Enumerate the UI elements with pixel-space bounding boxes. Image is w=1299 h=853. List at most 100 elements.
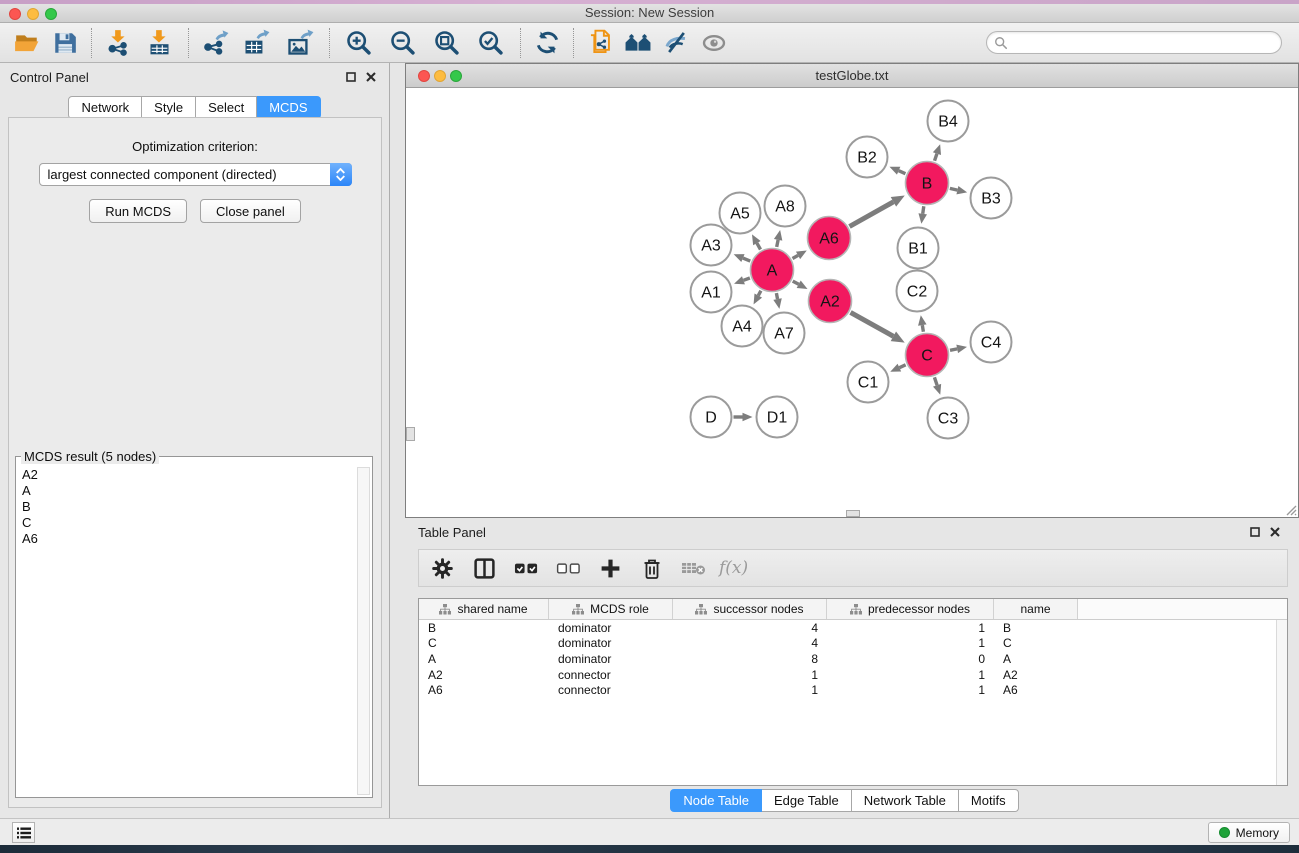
tab-select[interactable]: Select — [196, 96, 257, 119]
result-scrollbar[interactable] — [357, 467, 370, 795]
table-close-button[interactable] — [1267, 524, 1283, 540]
table-cell[interactable]: dominator — [549, 652, 673, 666]
task-history-button[interactable] — [12, 822, 35, 843]
minimize-window-button[interactable] — [27, 8, 39, 20]
table-cell[interactable]: A — [419, 652, 549, 666]
zoom-in-button[interactable] — [337, 27, 381, 59]
graph-node-B1[interactable]: B1 — [898, 228, 939, 269]
graph-edge-A-A4[interactable] — [754, 291, 763, 305]
network-zoom-button[interactable] — [450, 70, 462, 82]
search-input[interactable] — [1008, 35, 1281, 51]
tab-network[interactable]: Network — [68, 96, 142, 119]
zoom-selected-button[interactable] — [469, 27, 513, 59]
table-cell[interactable]: A6 — [994, 683, 1078, 697]
export-table-button[interactable] — [234, 27, 278, 59]
zoom-window-button[interactable] — [45, 8, 57, 20]
graph-edge-A6-B[interactable] — [849, 195, 904, 226]
table-cell[interactable]: dominator — [549, 636, 673, 650]
graph-edge-A-A3[interactable] — [734, 254, 751, 262]
select-all-button[interactable] — [513, 555, 539, 581]
table-row[interactable]: Cdominator41C — [419, 636, 1287, 652]
graph-node-D[interactable]: D — [691, 397, 732, 438]
graph-node-A3[interactable]: A3 — [691, 225, 732, 266]
memory-button[interactable]: Memory — [1208, 822, 1290, 843]
graph-edge-A-A6[interactable] — [792, 250, 806, 259]
graph-node-B3[interactable]: B3 — [971, 178, 1012, 219]
mcds-result-item[interactable]: A — [18, 483, 356, 499]
graph-node-B[interactable]: B — [906, 162, 949, 205]
network-minimize-button[interactable] — [434, 70, 446, 82]
table-row[interactable]: Adominator80A — [419, 651, 1287, 667]
tab-motifs[interactable]: Motifs — [959, 789, 1019, 812]
graph-edge-A2-C[interactable] — [851, 312, 905, 342]
table-row[interactable]: A2connector11A2 — [419, 667, 1287, 683]
deselect-all-button[interactable] — [555, 555, 581, 581]
graph-node-C1[interactable]: C1 — [848, 362, 889, 403]
hide-graphics-details-button[interactable] — [657, 27, 695, 59]
graph-edge-C-C3[interactable] — [933, 377, 941, 394]
table-cell[interactable]: B — [419, 621, 549, 635]
graph-edge-A-A1[interactable] — [734, 276, 750, 284]
criterion-select[interactable]: largest connected component (directed) — [39, 163, 352, 186]
graph-node-B4[interactable]: B4 — [928, 101, 969, 142]
open-session-button[interactable] — [8, 27, 46, 59]
mcds-result-item[interactable]: A6 — [18, 531, 356, 547]
add-column-button[interactable] — [597, 555, 623, 581]
column-header-MCDS-role[interactable]: MCDS role — [549, 599, 673, 619]
table-cell[interactable]: A2 — [994, 668, 1078, 682]
graph-edge-C-C1[interactable] — [890, 364, 905, 372]
table-cell[interactable]: 1 — [673, 668, 827, 682]
tab-edge-table[interactable]: Edge Table — [762, 789, 852, 812]
table-cell[interactable]: dominator — [549, 621, 673, 635]
column-header-predecessor-nodes[interactable]: predecessor nodes — [827, 599, 994, 619]
zoom-out-button[interactable] — [381, 27, 425, 59]
table-cell[interactable]: 8 — [673, 652, 827, 666]
table-cell[interactable]: 1 — [673, 683, 827, 697]
graph-node-A2[interactable]: A2 — [809, 280, 852, 323]
table-cell[interactable]: 1 — [827, 636, 994, 650]
graph-node-A6[interactable]: A6 — [808, 217, 851, 260]
graph-edge-B-B4[interactable] — [933, 144, 941, 161]
graph-node-C4[interactable]: C4 — [971, 322, 1012, 363]
graph-node-A4[interactable]: A4 — [722, 306, 763, 347]
split-panel-button[interactable] — [471, 555, 497, 581]
tab-style[interactable]: Style — [142, 96, 196, 119]
column-header-name[interactable]: name — [994, 599, 1078, 619]
graph-edge-B-B1[interactable] — [918, 206, 927, 223]
graph-edge-C-C4[interactable] — [950, 345, 967, 353]
tab-network-table[interactable]: Network Table — [852, 789, 959, 812]
column-header-successor-nodes[interactable]: successor nodes — [673, 599, 827, 619]
export-network-button[interactable] — [196, 27, 234, 59]
float-panel-button[interactable] — [343, 69, 359, 85]
table-float-button[interactable] — [1247, 524, 1263, 540]
graph-node-C[interactable]: C — [906, 334, 949, 377]
import-network-button[interactable] — [99, 27, 137, 59]
graph-node-D1[interactable]: D1 — [757, 397, 798, 438]
table-cell[interactable]: A2 — [419, 668, 549, 682]
close-panel-action-button[interactable]: Close panel — [200, 199, 301, 223]
home-button[interactable] — [619, 27, 657, 59]
resize-grip-icon[interactable] — [1284, 503, 1297, 516]
table-cell[interactable]: connector — [549, 683, 673, 697]
graph-node-C2[interactable]: C2 — [897, 271, 938, 312]
table-cell[interactable]: A — [994, 652, 1078, 666]
delete-column-button[interactable] — [639, 555, 665, 581]
graph-edge-C-C2[interactable] — [918, 315, 926, 332]
mcds-result-item[interactable]: C — [18, 515, 356, 531]
table-cell[interactable]: 1 — [827, 668, 994, 682]
table-cell[interactable]: connector — [549, 668, 673, 682]
canvas-horizontal-scroll-thumb[interactable] — [846, 510, 860, 517]
zoom-fit-button[interactable] — [425, 27, 469, 59]
graph-node-A1[interactable]: A1 — [691, 272, 732, 313]
search-field[interactable] — [986, 31, 1282, 54]
graph-edge-A-A2[interactable] — [793, 280, 808, 289]
table-row[interactable]: Bdominator41B — [419, 620, 1287, 636]
graph-node-C3[interactable]: C3 — [928, 398, 969, 439]
save-session-button[interactable] — [46, 27, 84, 59]
canvas-vertical-scroll-thumb[interactable] — [406, 427, 415, 441]
table-cell[interactable]: 1 — [827, 683, 994, 697]
graph-node-A[interactable]: A — [751, 249, 794, 292]
graph-node-A8[interactable]: A8 — [765, 186, 806, 227]
tab-mcds[interactable]: MCDS — [257, 96, 320, 119]
table-cell[interactable]: C — [419, 636, 549, 650]
